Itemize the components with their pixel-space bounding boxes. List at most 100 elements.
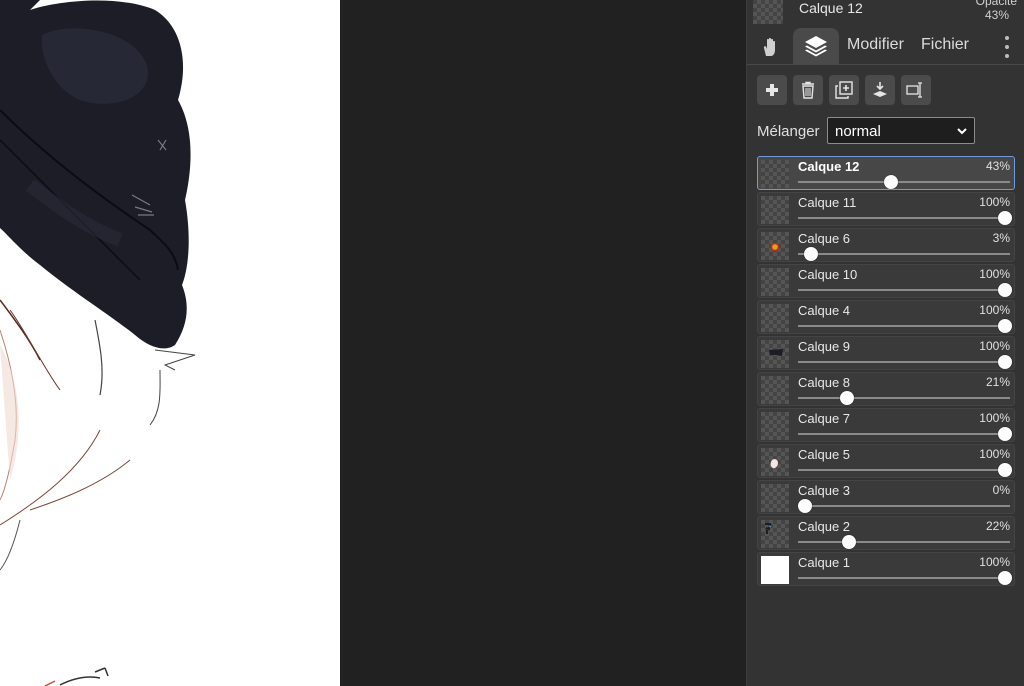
layer-row[interactable]: Calque 5 100% [757, 444, 1015, 478]
layer-row[interactable]: Calque 4 100% [757, 300, 1015, 334]
merge-down-icon [873, 82, 887, 97]
layer-name: Calque 4 [798, 303, 851, 318]
layer-thumbnail [761, 520, 789, 548]
delete-layer-button[interactable] [793, 75, 823, 105]
layer-thumbnail [761, 196, 789, 224]
opacity-slider-track[interactable] [798, 289, 1010, 291]
layer-opacity-value: 21% [985, 375, 1010, 389]
artwork [0, 0, 196, 686]
opacity-slider-knob[interactable] [840, 391, 854, 405]
opacity-slider-knob[interactable] [998, 211, 1012, 225]
layers-panel: Calque 12 Opacité 43% Modifier Fichier M… [746, 0, 1024, 686]
layer-row[interactable]: Calque 10 100% [757, 264, 1015, 298]
blend-mode-value: normal [835, 123, 881, 140]
rename-icon [906, 82, 922, 98]
layers-icon [805, 36, 827, 57]
opacity-slider-knob[interactable] [804, 247, 818, 261]
layer-opacity-value: 100% [979, 447, 1010, 461]
layer-name: Calque 5 [798, 447, 851, 462]
layer-row[interactable]: Calque 2 22% [757, 516, 1015, 550]
opacity-slider-knob[interactable] [998, 319, 1012, 333]
opacity-value: 43% [984, 8, 1009, 22]
blend-mode-row: Mélanger normal [757, 116, 1017, 146]
current-layer-thumbnail [753, 0, 783, 24]
opacity-slider-track[interactable] [798, 217, 1010, 219]
blend-label: Mélanger [757, 123, 820, 140]
opacity-slider-track[interactable] [798, 469, 1010, 471]
layer-opacity-value: 0% [992, 483, 1010, 497]
layer-name: Calque 3 [798, 483, 851, 498]
opacity-slider-track[interactable] [798, 397, 1010, 399]
opacity-slider-track[interactable] [798, 361, 1010, 363]
layer-name: Calque 10 [798, 267, 858, 282]
layer-row[interactable]: Calque 8 21% [757, 372, 1015, 406]
layer-row[interactable]: Calque 11 100% [757, 192, 1015, 226]
opacity-slider-track[interactable] [798, 505, 1010, 507]
tab-layers[interactable] [793, 28, 839, 64]
tab-file[interactable]: Fichier [921, 36, 969, 54]
opacity-slider-knob[interactable] [998, 571, 1012, 585]
layer-row[interactable]: Calque 1 100% [757, 552, 1015, 586]
opacity-slider-track[interactable] [798, 541, 1010, 543]
duplicate-icon [835, 81, 853, 99]
layer-row[interactable]: Calque 3 0% [757, 480, 1015, 514]
opacity-slider-track[interactable] [798, 433, 1010, 435]
layer-thumbnail [761, 484, 789, 512]
current-layer-name: Calque 12 [799, 0, 863, 16]
trash-icon [802, 81, 814, 99]
opacity-slider-knob[interactable] [998, 463, 1012, 477]
opacity-slider-knob[interactable] [842, 535, 856, 549]
layer-thumbnail [761, 376, 789, 404]
tab-modify[interactable]: Modifier [847, 36, 904, 54]
layer-name: Calque 1 [798, 555, 851, 570]
layer-opacity-value: 100% [979, 303, 1010, 317]
layer-thumbnail [761, 340, 789, 368]
layer-name: Calque 6 [798, 231, 851, 246]
opacity-slider-knob[interactable] [998, 283, 1012, 297]
merge-down-button[interactable] [865, 75, 895, 105]
opacity-slider-track[interactable] [798, 253, 1010, 255]
hand-icon [763, 37, 775, 56]
layer-opacity-value: 100% [979, 195, 1010, 209]
layer-opacity-value: 100% [979, 555, 1010, 569]
layer-row[interactable]: Calque 6 3% [757, 228, 1015, 262]
plus-icon [766, 84, 778, 96]
layer-thumbnail [761, 448, 789, 476]
layer-opacity-value: 100% [979, 267, 1010, 281]
layer-opacity-value: 100% [979, 411, 1010, 425]
layer-opacity-value: 22% [985, 519, 1010, 533]
layer-name: Calque 9 [798, 339, 851, 354]
workspace-background [340, 0, 746, 686]
more-options-icon[interactable] [999, 34, 1015, 60]
opacity-slider-knob[interactable] [998, 427, 1012, 441]
chevron-down-icon [957, 128, 967, 135]
rename-layer-button[interactable] [901, 75, 931, 105]
layer-opacity-value: 43% [985, 159, 1010, 173]
duplicate-layer-button[interactable] [829, 75, 859, 105]
panel-tabs: Modifier Fichier [747, 28, 1024, 64]
tabs-divider [747, 64, 1024, 65]
tab-hand[interactable] [755, 32, 787, 62]
layer-thumbnail [761, 232, 789, 260]
layer-name: Calque 12 [798, 159, 860, 174]
layer-row[interactable]: Calque 9 100% [757, 336, 1015, 370]
opacity-label: Opacité [975, 0, 1017, 8]
layer-name: Calque 7 [798, 411, 851, 426]
blend-mode-select[interactable]: normal [827, 117, 975, 144]
opacity-slider-track[interactable] [798, 181, 1010, 183]
drawing-canvas[interactable] [0, 0, 340, 686]
layer-thumbnail [761, 268, 789, 296]
layer-thumbnail [761, 556, 789, 584]
layer-thumbnail [761, 412, 789, 440]
layer-name: Calque 2 [798, 519, 851, 534]
layer-row[interactable]: Calque 12 43% [757, 156, 1015, 190]
opacity-slider-knob[interactable] [998, 355, 1012, 369]
opacity-slider-track[interactable] [798, 325, 1010, 327]
opacity-slider-track[interactable] [798, 577, 1010, 579]
current-layer-header[interactable]: Calque 12 Opacité 43% [747, 0, 1024, 26]
add-layer-button[interactable] [757, 75, 787, 105]
opacity-slider-knob[interactable] [884, 175, 898, 189]
layer-name: Calque 11 [798, 195, 857, 210]
opacity-slider-knob[interactable] [798, 499, 812, 513]
layer-row[interactable]: Calque 7 100% [757, 408, 1015, 442]
